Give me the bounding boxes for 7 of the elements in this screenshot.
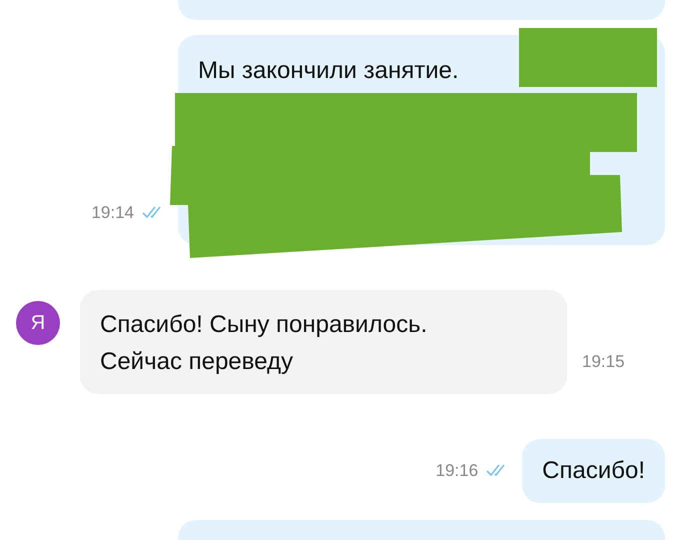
message-time: 19:16: [436, 460, 478, 482]
avatar: Я: [16, 301, 60, 345]
message-time: 19:15: [582, 350, 625, 372]
message-text: Мы закончили занятие.: [198, 56, 460, 86]
message-text: Спасибо!: [542, 456, 645, 486]
message-time: 19:14: [91, 202, 134, 224]
message-text: Спасибо! Сыну понравилось. Сейчас переведу: [100, 310, 428, 377]
